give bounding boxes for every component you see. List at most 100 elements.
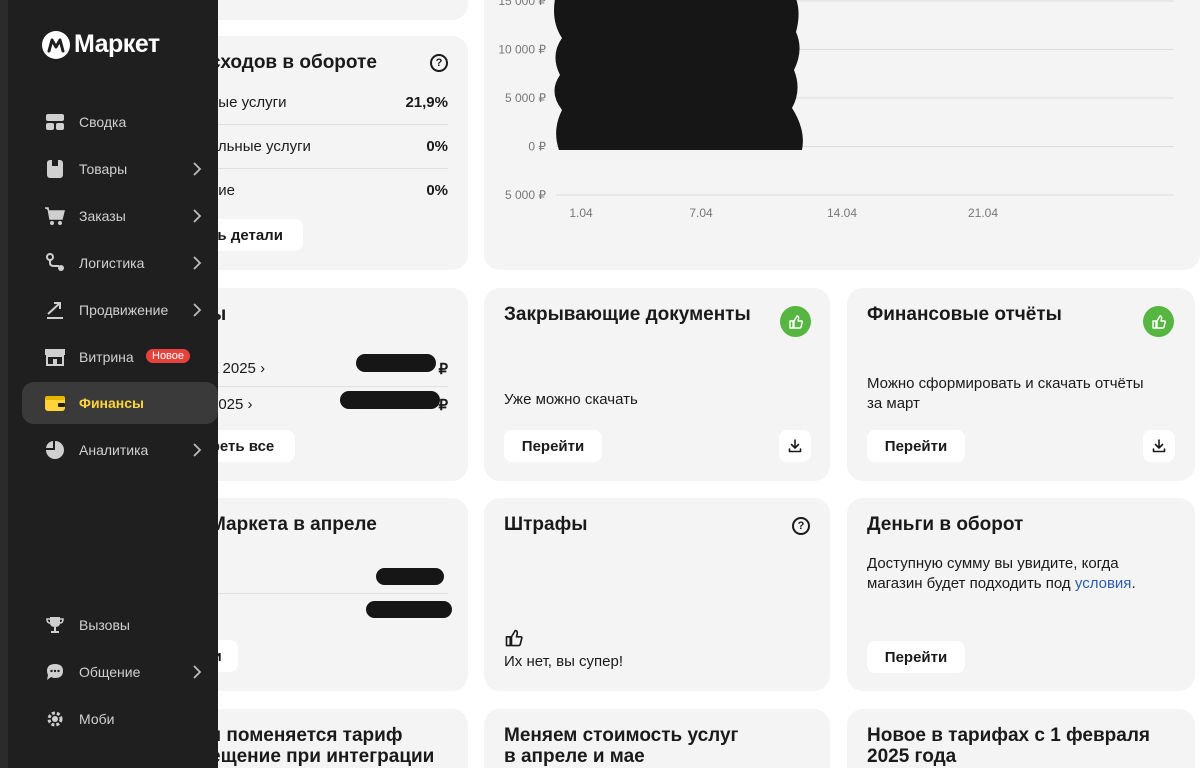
fines-text: Их нет, вы супер! (504, 653, 624, 670)
sidebar-item-label: Витрина (79, 349, 134, 365)
x-tick-label: 21.04 (968, 206, 998, 220)
expense-row-label: ельные услуги (210, 138, 311, 155)
go-button[interactable]: Перейти (867, 641, 965, 673)
go-button[interactable]: Перейти (867, 430, 965, 462)
sidebar-item-products[interactable]: Товары (22, 148, 218, 190)
fines-title: Штрафы (504, 514, 588, 535)
sidebar-item-label: Логистика (79, 255, 145, 271)
sidebar-item-label: Продвижение (79, 302, 169, 318)
market-logo-icon (42, 30, 70, 59)
redacted-amount (340, 391, 440, 409)
conditions-link[interactable]: условия (1075, 575, 1132, 592)
sidebar-item-label: Товары (79, 161, 128, 177)
sidebar-item-label: Финансы (79, 395, 144, 411)
gear-icon (44, 708, 66, 730)
chevron-right-icon: › (247, 396, 253, 413)
x-tick-label: 7.04 (689, 206, 713, 220)
trend-icon (44, 299, 66, 321)
dashboard-icon (44, 111, 66, 133)
sidebar-item-promotion[interactable]: Продвижение (22, 289, 218, 331)
help-icon[interactable]: ? (430, 54, 448, 72)
route-icon (44, 252, 66, 274)
pie-chart-icon (44, 439, 66, 461)
sidebar-item-mobile[interactable]: Моби (22, 698, 218, 740)
chat-icon (44, 661, 66, 683)
sidebar-item-storefront[interactable]: Витрина Новое (22, 336, 218, 378)
sidebar-item-finance[interactable]: Финансы (22, 382, 218, 424)
x-tick-label: 1.04 (569, 206, 593, 220)
x-tick-label: 14.04 (827, 206, 857, 220)
box-icon (44, 158, 66, 180)
storefront-icon (44, 346, 66, 368)
money-turnover-card: Деньги в оборот Доступную сумму вы увиди… (847, 498, 1195, 691)
wallet-icon (44, 392, 66, 414)
expense-row-value: 0% (426, 182, 448, 199)
sidebar-item-label: Моби (79, 711, 115, 727)
financial-reports-text-line2: за март (867, 395, 920, 412)
prices-title-line1: Меняем стоимость услуг (504, 725, 739, 746)
closing-docs-title: Закрывающие документы (504, 304, 751, 325)
trophy-icon (44, 614, 66, 636)
divider (210, 386, 448, 387)
sidebar-item-summary[interactable]: Сводка (22, 101, 218, 143)
sidebar-item-logistics[interactable]: Логистика (22, 242, 218, 284)
market-logo-text: Маркет (74, 30, 160, 58)
sidebar-item-orders[interactable]: Заказы (22, 195, 218, 237)
expense-row-label: ные услуги (210, 94, 287, 111)
closing-docs-card: Закрывающие документы Уже можно скачать … (484, 288, 830, 481)
market-logo[interactable]: Маркет (42, 30, 160, 59)
download-icon[interactable] (1143, 430, 1175, 462)
news-card[interactable]: Новое в тарифах с 1 февраля 2025 года (847, 709, 1195, 768)
y-tick-label: 10 000 ₽ (498, 43, 546, 57)
chevron-right-icon (192, 208, 202, 229)
chevron-right-icon (192, 302, 202, 323)
news-title-line2: 2025 года (867, 746, 957, 767)
money-turnover-text-prefix: магазин будет подходить под (867, 575, 1075, 592)
sidebar-item-label: Заказы (79, 208, 126, 224)
financial-reports-text-line1: Можно сформировать и скачать отчёты (867, 375, 1144, 392)
financial-reports-card: Финансовые отчёты Можно сформировать и с… (847, 288, 1195, 481)
divider (210, 124, 448, 125)
sidebar-item-analytics[interactable]: Аналитика (22, 429, 218, 471)
tariff-title-line1: я поменяется тариф (210, 725, 403, 746)
sidebar-item-label: Сводка (79, 114, 127, 130)
payment-row-label[interactable]: а 2025 › (210, 360, 265, 377)
download-icon[interactable] (779, 430, 811, 462)
sidebar: Маркет Сводка Товары Заказы Логистика Пр… (0, 0, 218, 768)
divider (210, 593, 448, 594)
thumbs-up-icon (780, 306, 811, 337)
money-turnover-text-suffix: . (1131, 575, 1136, 592)
sidebar-item-challenges[interactable]: Вызовы (22, 604, 218, 646)
chevron-right-icon (192, 442, 202, 463)
tariff-title-line2: ещение при интеграции (210, 746, 435, 767)
redacted-amount (376, 568, 444, 585)
thumbs-up-icon (504, 628, 524, 653)
redacted-area (554, 0, 803, 150)
help-icon[interactable]: ? (792, 517, 810, 535)
sidebar-item-label: Общение (79, 664, 141, 680)
chevron-right-icon: › (260, 360, 266, 377)
balance-chart: 15 000 ₽ 10 000 ₽ 5 000 ₽ 0 ₽ 5 000 ₽ 1.04 7.… (498, 0, 1174, 220)
expense-row-value: 21,9% (405, 94, 448, 111)
cart-icon (44, 205, 66, 227)
news-title-line1: Новое в тарифах с 1 февраля (867, 725, 1151, 746)
chart-card: 15 000 ₽ 10 000 ₽ 5 000 ₽ 0 ₽ 5 000 ₽ 1.04 7.… (484, 0, 1200, 270)
chevron-right-icon (192, 161, 202, 182)
go-button[interactable]: Перейти (504, 430, 602, 462)
closing-docs-text: Уже можно скачать (504, 391, 638, 408)
money-turnover-text-line2: магазин будет подходить под условия. (867, 574, 1136, 594)
prices-card[interactable]: Меняем стоимость услуг в апреле и мае (484, 709, 830, 768)
payment-row-value: ₽ (438, 361, 448, 378)
redacted-amount (366, 601, 452, 618)
expense-row-value: 0% (426, 138, 448, 155)
sidebar-item-communication[interactable]: Общение (22, 651, 218, 693)
expenses-title: сходов в обороте (210, 52, 377, 73)
sidebar-item-label: Вызовы (79, 617, 130, 633)
new-badge: Новое (146, 349, 191, 363)
y-tick-label: 5 000 ₽ (505, 91, 546, 105)
money-turnover-text-line1: Доступную сумму вы увидите, когда (867, 555, 1119, 572)
money-turnover-title: Деньги в оборот (867, 514, 1024, 535)
y-tick-label: 15 000 ₽ (498, 0, 546, 8)
fines-card: Штрафы ? Их нет, вы супер! (484, 498, 830, 691)
chevron-right-icon (192, 255, 202, 276)
